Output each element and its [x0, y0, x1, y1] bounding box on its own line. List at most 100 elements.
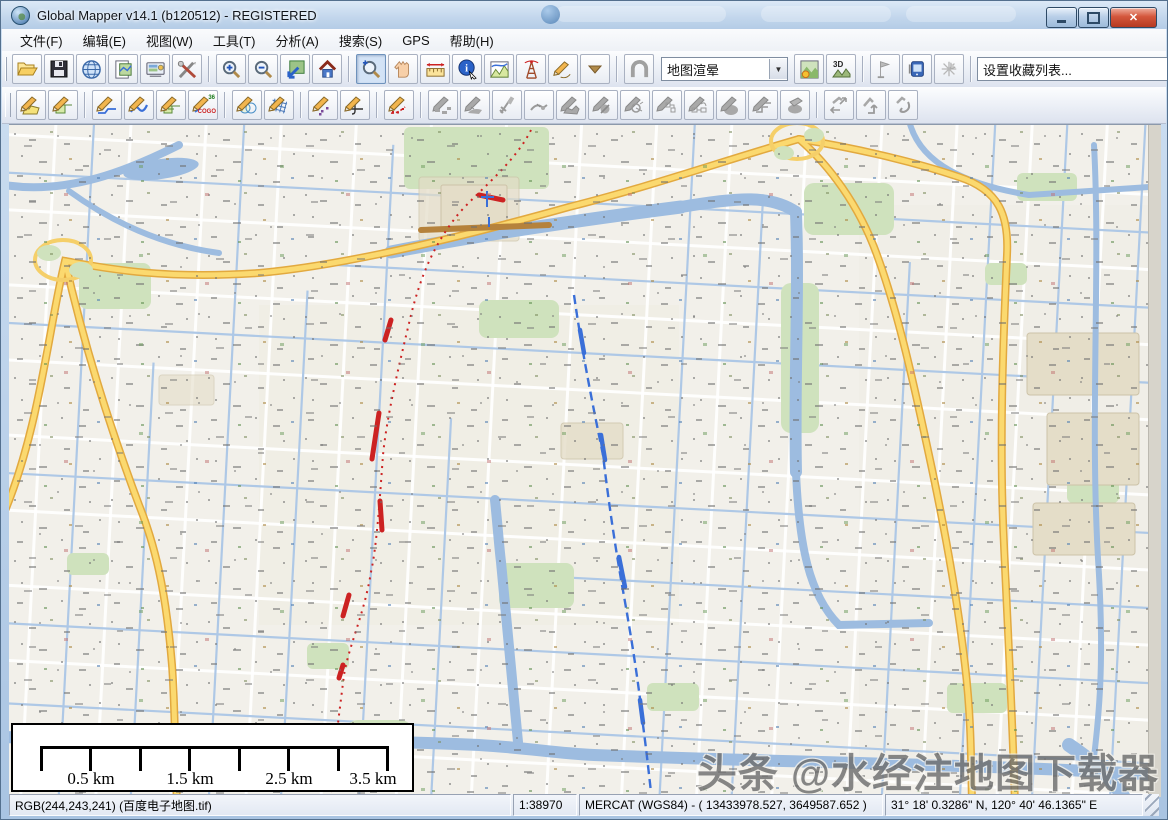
undo-digitization-button[interactable] [888, 90, 918, 120]
gps-device-button[interactable] [902, 54, 932, 84]
edit-move-attributes-icon [688, 94, 710, 116]
resize-grip[interactable] [1145, 794, 1159, 816]
edit-split-icon [432, 94, 454, 116]
scale-label: 2.5 km [265, 769, 312, 789]
view-shed-icon [521, 59, 542, 80]
edit-combine-icon [560, 94, 582, 116]
shader-combobox[interactable]: 地图渲晕 ▼ [661, 57, 788, 81]
create-freehand-button[interactable] [124, 90, 154, 120]
create-range-ring-icon [388, 94, 410, 116]
create-area-button[interactable] [16, 90, 46, 120]
more-tools-dropdown-button[interactable] [580, 54, 610, 84]
app-window: Global Mapper v14.1 (b120512) - REGISTER… [0, 0, 1168, 820]
separator [816, 92, 818, 118]
edit-trim-button[interactable] [492, 90, 522, 120]
3d-view-button[interactable]: 3D [826, 54, 856, 84]
create-line-button[interactable] [92, 90, 122, 120]
open-file-button[interactable] [12, 54, 42, 84]
full-view-button[interactable] [280, 54, 310, 84]
overlay-control-center-button[interactable] [108, 54, 138, 84]
home-view-button[interactable] [312, 54, 342, 84]
favorites-combobox[interactable]: 设置收藏列表... ▼ [977, 57, 1168, 81]
measure-tool-button[interactable] [420, 54, 450, 84]
walk-mode-button[interactable] [624, 54, 654, 84]
edit-snap-button[interactable] [524, 90, 554, 120]
create-circle-button[interactable] [232, 90, 262, 120]
digitizer-tool-button[interactable] [548, 54, 578, 84]
menu-gps[interactable]: GPS [392, 31, 439, 50]
menu-help[interactable]: 帮助(H) [440, 29, 504, 52]
shift-feature-icon [860, 94, 882, 116]
separator [208, 56, 210, 82]
path-profile-button[interactable] [484, 54, 514, 84]
view-shed-button[interactable] [516, 54, 546, 84]
pan-tool-button[interactable] [388, 54, 418, 84]
undo-digitization-icon [892, 94, 914, 116]
download-online-data-button[interactable] [76, 54, 106, 84]
toolbar-grip[interactable] [5, 57, 7, 81]
menu-edit[interactable]: 编辑(E) [73, 29, 136, 52]
configuration-icon [145, 59, 166, 80]
title-bar[interactable]: Global Mapper v14.1 (b120512) - REGISTER… [1, 1, 1167, 29]
edit-snap-icon [528, 94, 550, 116]
zoom-tool-icon [361, 59, 382, 80]
position-text: 31° 18' 0.3286" N, 120° 40' 46.1365" E [891, 798, 1097, 812]
zoom-out-icon [253, 59, 274, 80]
zoom-out-button[interactable] [248, 54, 278, 84]
scale-tick [337, 746, 340, 771]
zoom-tool-button[interactable] [356, 54, 386, 84]
create-freehand-icon [128, 94, 150, 116]
separator [862, 56, 864, 82]
menu-file[interactable]: 文件(F) [10, 29, 73, 52]
scale-tick [139, 746, 142, 771]
edit-combine-button[interactable] [556, 90, 586, 120]
create-rectangle-button[interactable] [48, 90, 78, 120]
separator [970, 56, 972, 82]
edit-reshape-button[interactable] [460, 90, 490, 120]
window-title: Global Mapper v14.1 (b120512) - REGISTER… [37, 8, 317, 23]
zoom-in-button[interactable] [216, 54, 246, 84]
map-canvas[interactable] [9, 125, 1149, 797]
create-rectangle-corner-button[interactable] [156, 90, 186, 120]
edit-move-attributes-button[interactable] [684, 90, 714, 120]
scale-tick [287, 746, 290, 771]
maximize-button[interactable] [1078, 7, 1109, 28]
toolbar-grip[interactable] [5, 93, 11, 117]
edit-fill-icon [720, 94, 742, 116]
edit-crop-button[interactable] [588, 90, 618, 120]
shift-feature-button[interactable] [856, 90, 886, 120]
chevron-down-icon[interactable]: ▼ [769, 59, 787, 79]
edit-rotate-feature-button[interactable] [620, 90, 650, 120]
insert-vertex-button[interactable] [340, 90, 370, 120]
create-rectangle-corner-icon [160, 94, 182, 116]
map-view[interactable]: 0.5 km 1.5 km 2.5 km 3.5 km 头条 @水经注地图下载器 [9, 124, 1161, 797]
download-online-data-icon [81, 59, 102, 80]
configuration-button[interactable] [140, 54, 170, 84]
shader-options-button[interactable] [794, 54, 824, 84]
feature-info-button[interactable]: i [452, 54, 482, 84]
minimize-button[interactable] [1046, 7, 1077, 28]
create-range-ring-button[interactable] [384, 90, 414, 120]
tools-button[interactable] [172, 54, 202, 84]
gps-flag-button[interactable] [870, 54, 900, 84]
edit-merge-button[interactable] [748, 90, 778, 120]
create-grid-button[interactable] [264, 90, 294, 120]
close-button[interactable]: ✕ [1110, 7, 1157, 28]
menu-search[interactable]: 搜索(S) [329, 29, 392, 52]
create-rectangle-icon [52, 94, 74, 116]
edit-copy-attributes-button[interactable] [652, 90, 682, 120]
menu-view[interactable]: 视图(W) [136, 29, 203, 52]
save-button[interactable] [44, 54, 74, 84]
create-point-button[interactable] [308, 90, 338, 120]
edit-fill-button[interactable] [716, 90, 746, 120]
menu-analysis[interactable]: 分析(A) [266, 29, 329, 52]
create-area-icon [20, 94, 42, 116]
move-feature-button[interactable] [824, 90, 854, 120]
cogo-feature-button[interactable]: 36 COGO [188, 90, 218, 120]
watermark-text: 头条 @水经注地图下载器 [697, 741, 1159, 797]
gps-waypoint-button[interactable] [934, 54, 964, 84]
edit-split-button[interactable] [428, 90, 458, 120]
scale-tick [238, 746, 241, 771]
menu-tools[interactable]: 工具(T) [203, 29, 266, 52]
edit-paint-button[interactable] [780, 90, 810, 120]
